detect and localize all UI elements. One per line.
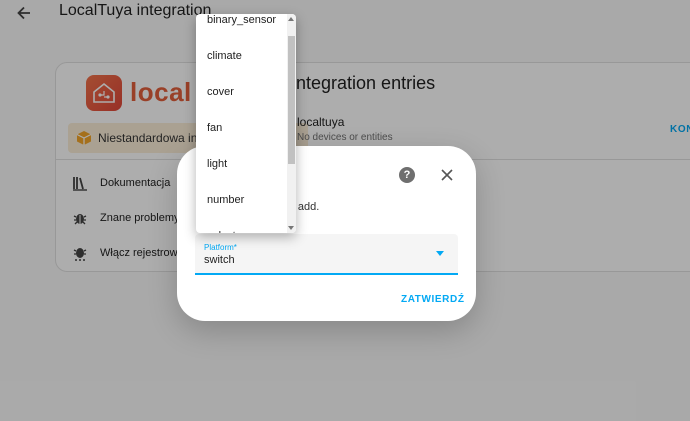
scroll-up-icon[interactable] [288, 17, 294, 21]
dropdown-option-cover[interactable]: cover [196, 74, 287, 110]
dropdown-option-number[interactable]: number [196, 182, 287, 218]
scrollbar-thumb[interactable] [288, 36, 295, 164]
dropdown-arrow-icon [436, 251, 444, 256]
scroll-down-icon[interactable] [288, 226, 294, 230]
platform-select-value: switch [204, 254, 235, 266]
dropdown-option-select[interactable]: select [196, 218, 287, 233]
dropdown-list: binary_sensor climate cover fan light nu… [196, 14, 287, 233]
platform-select-label: Platform* [204, 243, 237, 252]
dropdown-option-light[interactable]: light [196, 146, 287, 182]
dropdown-option-climate[interactable]: climate [196, 38, 287, 74]
scrollbar[interactable] [287, 14, 296, 233]
dropdown-option-binary-sensor[interactable]: binary_sensor [196, 14, 287, 38]
platform-dropdown-menu: binary_sensor climate cover fan light nu… [196, 14, 296, 233]
platform-select[interactable]: Platform* switch [195, 234, 458, 275]
help-icon[interactable]: ? [399, 167, 415, 183]
submit-button[interactable]: ZATWIERDŹ [401, 294, 465, 305]
dropdown-option-fan[interactable]: fan [196, 110, 287, 146]
close-icon[interactable] [439, 167, 455, 183]
